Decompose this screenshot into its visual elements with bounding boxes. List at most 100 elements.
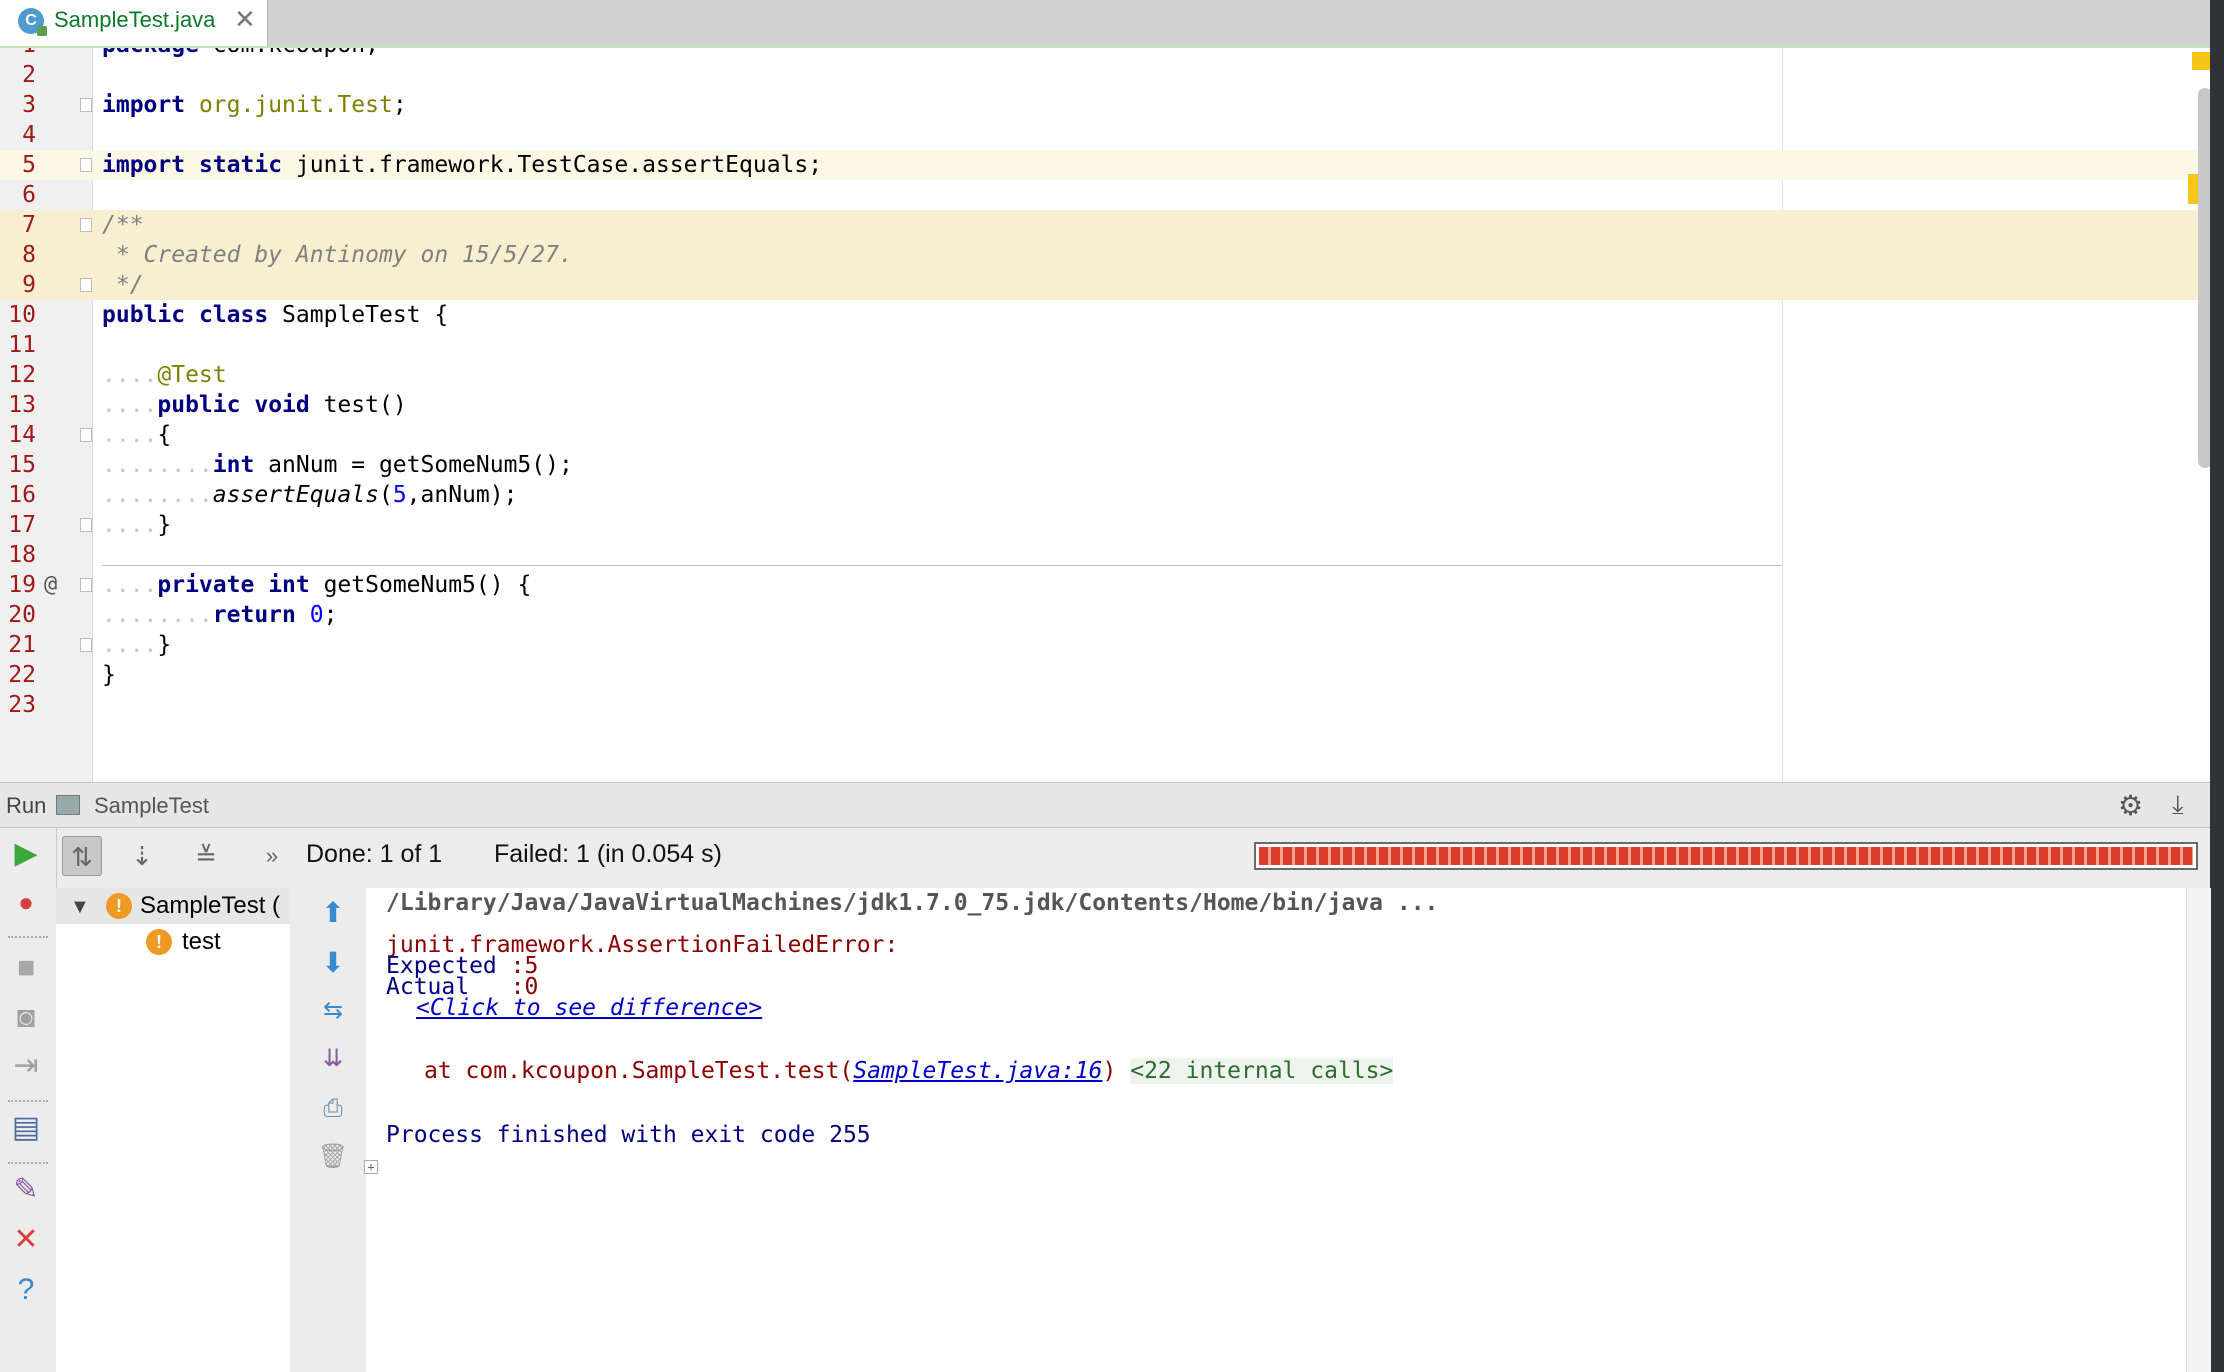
- number-literal: 5: [392, 482, 407, 508]
- line-number: 16: [8, 482, 36, 508]
- tree-suite-label: SampleTest (: [140, 892, 281, 919]
- soft-wrap-icon[interactable]: ⇆: [316, 994, 350, 1028]
- code-line: 1 package com.kcoupon;: [0, 48, 2224, 60]
- trash-icon[interactable]: 🗑: [316, 1140, 350, 1174]
- line-number: 18: [8, 542, 36, 568]
- code-text: ;: [392, 92, 407, 118]
- progress-fill: [1259, 847, 2193, 865]
- fold-marker-icon[interactable]: [80, 428, 92, 442]
- fold-marker-icon[interactable]: [80, 218, 92, 232]
- tree-row-suite[interactable]: ▼ ! SampleTest (: [56, 888, 290, 924]
- stack-source-link[interactable]: SampleTest.java:16: [853, 1058, 1102, 1084]
- line-number: 13: [8, 392, 36, 418]
- keyword: void: [254, 392, 310, 418]
- code-line: 11: [0, 330, 2224, 360]
- help-icon[interactable]: ?: [8, 1272, 44, 1308]
- console-output[interactable]: /Library/Java/JavaVirtualMachines/jdk1.7…: [364, 888, 2186, 1372]
- line-number: 7: [22, 212, 36, 238]
- fold-marker-icon[interactable]: [80, 278, 92, 292]
- tests-done-status: Done: 1 of 1: [306, 840, 443, 868]
- expand-stack-icon[interactable]: +: [364, 1160, 378, 1174]
- hide-panel-icon[interactable]: ⤓: [2172, 789, 2184, 821]
- fold-marker-icon[interactable]: [80, 578, 92, 592]
- line-number: 1: [0, 48, 36, 60]
- console-java-path: /Library/Java/JavaVirtualMachines/jdk1.7…: [386, 890, 1439, 916]
- sort-alpha-icon[interactable]: ⇣: [122, 836, 162, 876]
- gear-icon[interactable]: ⚙: [2118, 789, 2143, 822]
- console-scrollbar[interactable]: [2186, 888, 2211, 1372]
- line-number: 4: [22, 122, 36, 148]
- keyword: static: [198, 152, 283, 178]
- scroll-to-end-icon[interactable]: ⇊: [316, 1042, 350, 1076]
- code-text: junit.framework.TestCase.assertEquals;: [282, 152, 823, 178]
- code-text: {: [157, 422, 172, 448]
- line-number: 8: [22, 242, 36, 268]
- keyword: public: [157, 392, 241, 418]
- fold-marker-icon[interactable]: [80, 518, 92, 532]
- fold-marker-icon[interactable]: [80, 158, 92, 172]
- code-line: 23: [0, 690, 2224, 720]
- line-number: 14: [8, 422, 36, 448]
- line-number: 17: [8, 512, 36, 538]
- line-number: 15: [8, 452, 36, 478]
- camera-icon[interactable]: ◙: [8, 1000, 44, 1036]
- line-number: 22: [8, 662, 36, 688]
- code-line: 20 ........return 0;: [0, 600, 2224, 630]
- line-number: 6: [22, 182, 36, 208]
- code-text: }: [157, 512, 172, 538]
- line-number: 9: [22, 272, 36, 298]
- implements-marker-icon[interactable]: @: [44, 570, 57, 600]
- code-text: anNum = getSomeNum5();: [254, 452, 573, 478]
- internal-calls-fold[interactable]: <22 internal calls>: [1130, 1058, 1394, 1084]
- code-line: 8 * Created by Antinomy on 15/5/27.: [0, 240, 2224, 270]
- warning-marker-icon[interactable]: [2192, 52, 2210, 70]
- layout-icon[interactable]: ▤: [8, 1110, 44, 1146]
- line-number: 5: [22, 152, 36, 178]
- expand-all-icon[interactable]: ≚: [186, 836, 226, 876]
- stack-frame-text: at com.kcoupon.SampleTest.test(: [424, 1058, 854, 1084]
- run-panel-header: Run SampleTest ⚙ ⤓: [0, 782, 2210, 828]
- comment: * Created by Antinomy on 15/5/27.: [102, 242, 573, 268]
- run-config-icon: [56, 795, 80, 815]
- arrow-up-icon[interactable]: ⬆: [316, 896, 350, 930]
- keyword: return: [212, 602, 296, 628]
- click-to-see-difference-link[interactable]: <Click to see difference>: [416, 995, 762, 1021]
- line-number: 21: [8, 632, 36, 658]
- comment: /**: [102, 212, 144, 238]
- close-icon[interactable]: ✕: [234, 4, 256, 35]
- filter-passed-icon[interactable]: ⇅: [62, 836, 102, 876]
- code-line: 14 ....{: [0, 420, 2224, 450]
- line-number: 12: [8, 362, 36, 388]
- code-editor[interactable]: 1 package com.kcoupon; 2 3 import org.ju…: [0, 48, 2224, 782]
- stack-frame-text: ): [1102, 1058, 1117, 1084]
- rerun-icon[interactable]: ▶: [8, 836, 44, 872]
- code-line: 10 public class SampleTest {: [0, 300, 2224, 330]
- code-line: 15 ........int anNum = getSomeNum5();: [0, 450, 2224, 480]
- print-icon[interactable]: ⎙: [316, 1092, 350, 1126]
- more-actions-icon[interactable]: »: [252, 836, 292, 876]
- run-tool-label[interactable]: Run: [6, 793, 46, 819]
- code-line: 2: [0, 60, 2224, 90]
- current-code-line: 5 import static junit.framework.TestCase…: [0, 150, 2224, 180]
- run-config-tab[interactable]: SampleTest: [94, 793, 209, 819]
- tree-row-test[interactable]: ! test: [56, 924, 290, 960]
- tab-sampletest-java[interactable]: C SampleTest.java ✕: [0, 0, 268, 46]
- fold-marker-icon[interactable]: [80, 638, 92, 652]
- console-diff-line: <Click to see difference>: [416, 993, 762, 1023]
- stop-icon[interactable]: ■: [8, 950, 44, 986]
- keyword: package: [102, 48, 199, 58]
- line-number: 19: [8, 572, 36, 598]
- toolbar-separator: [8, 1162, 48, 1164]
- console-toolbar: ⬆ ⬇ ⇆ ⇊ ⎙ 🗑: [290, 888, 367, 1372]
- fold-marker-icon[interactable]: [80, 98, 92, 112]
- keyword: int: [212, 452, 255, 478]
- code-text: test(): [309, 392, 407, 418]
- close-icon[interactable]: ✕: [8, 1222, 44, 1258]
- line-number: 2: [22, 62, 36, 88]
- arrow-down-icon[interactable]: ⬇: [316, 946, 350, 980]
- pin-icon[interactable]: ✎: [8, 1172, 44, 1208]
- rerun-failed-icon[interactable]: ●: [8, 884, 44, 920]
- chevron-down-icon[interactable]: ▼: [70, 896, 90, 919]
- line-number: 11: [8, 332, 36, 358]
- export-icon[interactable]: ⇥: [8, 1048, 44, 1084]
